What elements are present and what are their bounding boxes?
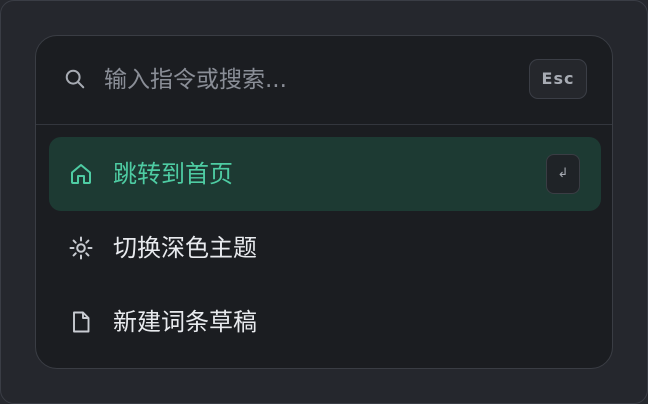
command-label: 切换深色主题 xyxy=(113,234,257,262)
command-item-new-entry-draft[interactable]: 新建词条草稿 xyxy=(49,285,601,359)
command-label: 跳转到首页 xyxy=(113,160,233,188)
search-row: Esc xyxy=(36,36,612,125)
esc-key-badge[interactable]: Esc xyxy=(529,59,587,99)
file-icon xyxy=(73,311,90,333)
home-icon xyxy=(71,164,91,184)
search-icon xyxy=(65,69,85,89)
command-palette: Esc 跳转到首页 ↲ 切换深色主题 xyxy=(35,35,613,369)
window-frame: Esc 跳转到首页 ↲ 切换深色主题 xyxy=(0,0,648,404)
enter-key-badge: ↲ xyxy=(546,154,580,194)
command-item-toggle-dark-theme[interactable]: 切换深色主题 xyxy=(49,211,601,285)
sun-icon xyxy=(69,236,93,260)
search-input[interactable] xyxy=(104,60,504,100)
command-item-go-home[interactable]: 跳转到首页 ↲ xyxy=(49,137,601,211)
command-label: 新建词条草稿 xyxy=(113,308,257,336)
